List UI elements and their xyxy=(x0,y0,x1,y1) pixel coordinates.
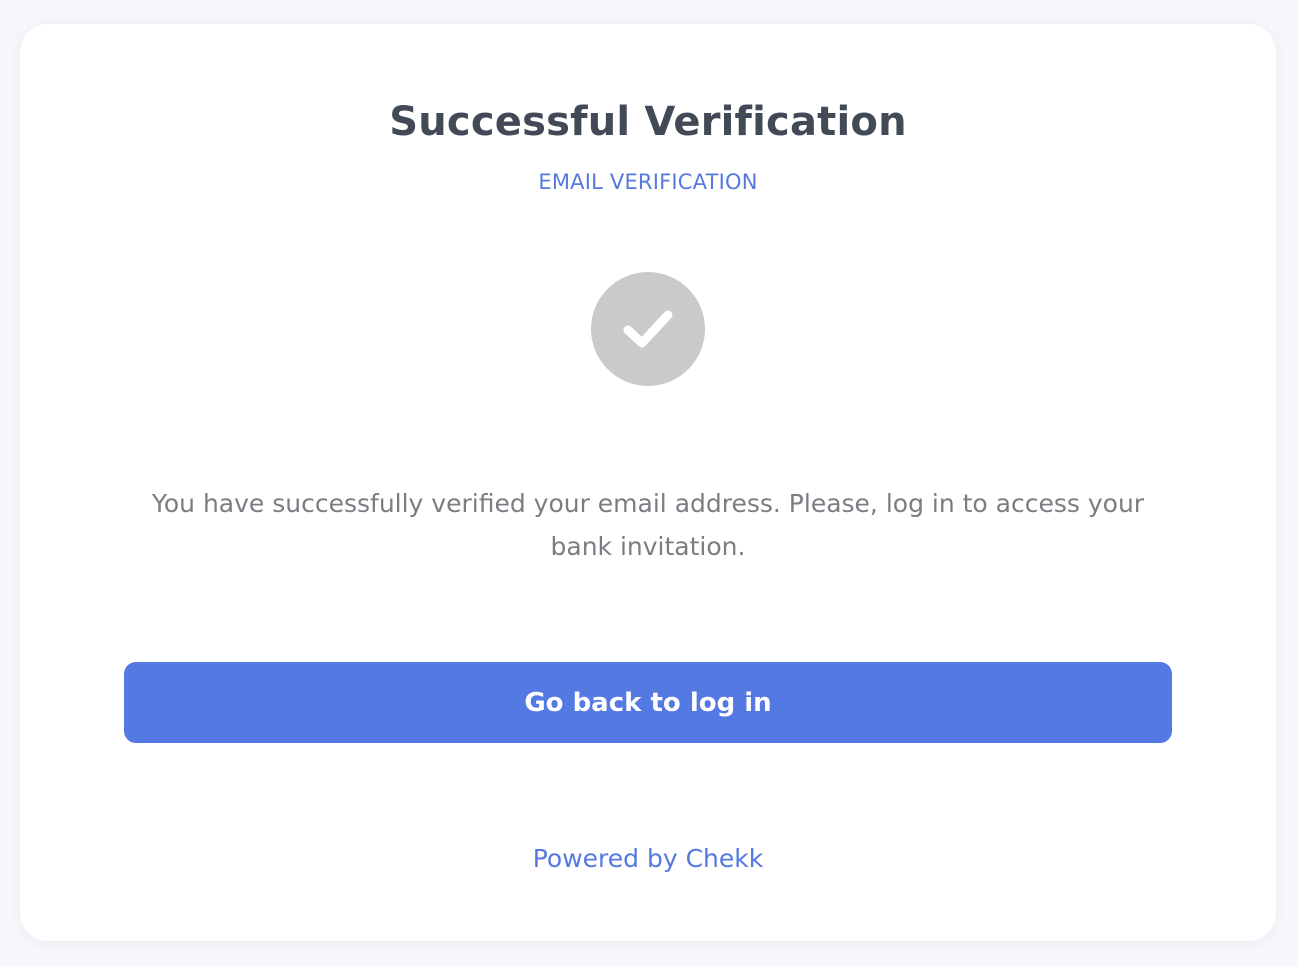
page-title: Successful Verification xyxy=(389,99,907,145)
powered-by-footer: Powered by Chekk xyxy=(20,844,1276,874)
verification-card: Successful Verification EMAIL VERIFICATI… xyxy=(20,24,1276,941)
go-back-to-login-button[interactable]: Go back to log in xyxy=(124,662,1172,743)
page-subtitle: EMAIL VERIFICATION xyxy=(538,170,758,194)
success-status-circle xyxy=(591,272,705,386)
verification-message: You have successfully verified your emai… xyxy=(151,489,1145,561)
powered-by-link[interactable]: Powered by Chekk xyxy=(533,844,763,873)
checkmark-icon xyxy=(623,310,673,348)
